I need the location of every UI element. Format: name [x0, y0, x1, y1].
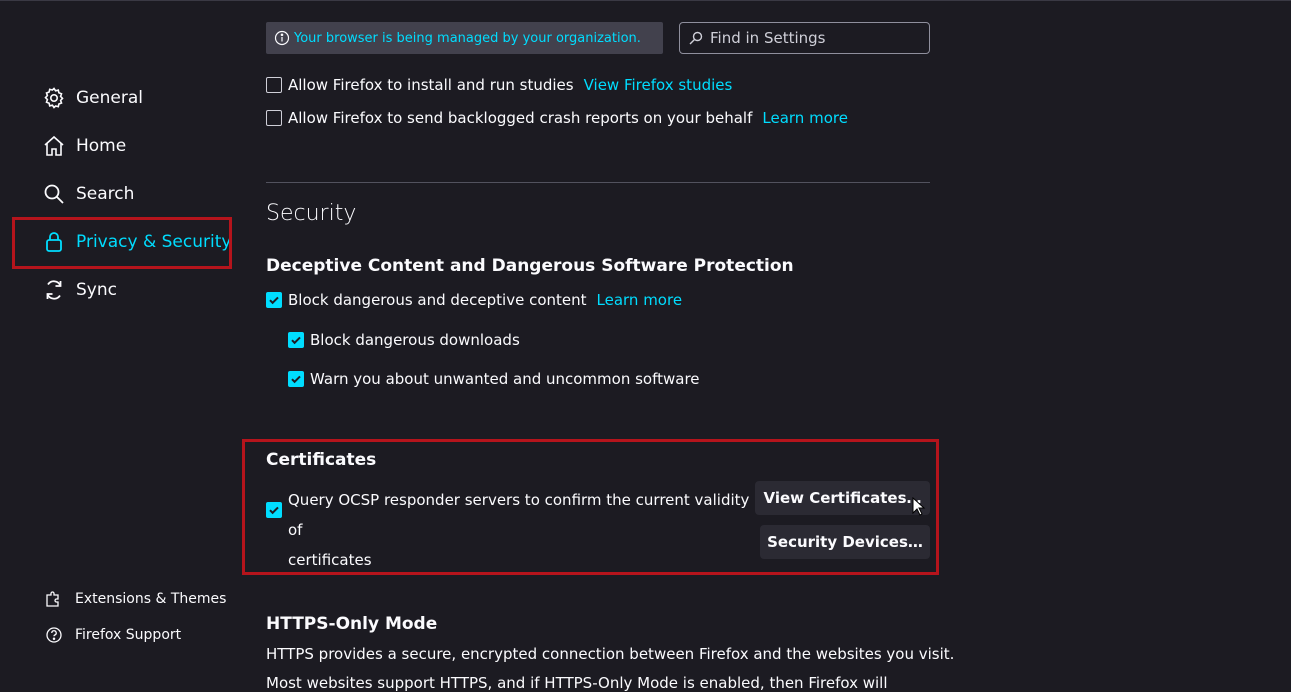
- studies-label[interactable]: Allow Firefox to install and run studies: [288, 76, 574, 94]
- block-downloads-row: Block dangerous downloads: [288, 331, 520, 349]
- home-icon: [42, 134, 66, 158]
- sidebar-item-general[interactable]: General: [42, 81, 143, 115]
- crash-learn-more-link[interactable]: Learn more: [762, 109, 848, 127]
- crash-reports-checkbox[interactable]: [266, 110, 282, 126]
- sync-icon: [42, 278, 66, 302]
- help-icon: [45, 626, 63, 644]
- ocsp-checkbox[interactable]: [266, 502, 282, 518]
- sidebar-item-sync[interactable]: Sync: [42, 273, 117, 307]
- ocsp-label-line2: certificates: [288, 551, 372, 569]
- sidebar-item-label: Search: [76, 184, 135, 204]
- search-icon: [688, 30, 704, 46]
- sidebar-item-label: Home: [76, 136, 127, 156]
- warn-unwanted-label[interactable]: Warn you about unwanted and uncommon sof…: [310, 370, 700, 388]
- privacy-highlight-box: [12, 217, 232, 269]
- deceptive-heading: Deceptive Content and Dangerous Software…: [266, 256, 794, 276]
- block-deceptive-row: Block dangerous and deceptive content Le…: [266, 291, 682, 309]
- view-studies-link[interactable]: View Firefox studies: [584, 76, 733, 94]
- managed-notice[interactable]: Your browser is being managed by your or…: [266, 22, 663, 54]
- sidebar-item-search[interactable]: Search: [42, 177, 134, 211]
- section-divider: [266, 182, 930, 183]
- sidebar-item-label: General: [76, 88, 143, 108]
- window-top-border: [0, 0, 1291, 1]
- block-deceptive-label[interactable]: Block dangerous and deceptive content: [288, 291, 587, 309]
- checkmark-icon: [291, 375, 301, 384]
- block-downloads-checkbox[interactable]: [288, 332, 304, 348]
- extensions-themes-link[interactable]: Extensions & Themes: [45, 590, 226, 608]
- ocsp-label[interactable]: Query OCSP responder servers to confirm …: [288, 485, 753, 575]
- block-deceptive-checkbox[interactable]: [266, 292, 282, 308]
- settings-search-box[interactable]: [679, 22, 930, 54]
- firefox-support-link[interactable]: Firefox Support: [45, 626, 181, 644]
- studies-row: Allow Firefox to install and run studies…: [266, 76, 732, 94]
- certificates-heading: Certificates: [266, 450, 377, 470]
- settings-search-input[interactable]: [708, 28, 922, 48]
- https-only-heading: HTTPS-Only Mode: [266, 614, 438, 634]
- studies-checkbox[interactable]: [266, 77, 282, 93]
- warn-unwanted-row: Warn you about unwanted and uncommon sof…: [288, 370, 700, 388]
- security-devices-button[interactable]: Security Devices…: [760, 525, 930, 559]
- managed-notice-text: Your browser is being managed by your or…: [294, 30, 641, 46]
- view-certificates-button[interactable]: View Certificates…: [755, 481, 930, 515]
- checkmark-icon: [269, 296, 279, 305]
- gear-icon: [42, 86, 66, 110]
- warn-unwanted-checkbox[interactable]: [288, 371, 304, 387]
- puzzle-icon: [45, 590, 63, 608]
- https-only-description-2: Most websites support HTTPS, and if HTTP…: [266, 674, 888, 692]
- block-learn-more-link[interactable]: Learn more: [597, 291, 683, 309]
- checkmark-icon: [291, 336, 301, 345]
- crash-reports-row: Allow Firefox to send backlogged crash r…: [266, 109, 848, 127]
- info-icon: [274, 30, 290, 46]
- security-title: Security: [266, 201, 357, 226]
- block-downloads-label[interactable]: Block dangerous downloads: [310, 331, 520, 349]
- search-icon: [42, 182, 66, 206]
- sidebar-item-label: Sync: [76, 280, 117, 300]
- extensions-themes-label: Extensions & Themes: [75, 591, 227, 607]
- firefox-support-label: Firefox Support: [75, 627, 182, 643]
- mouse-cursor-icon: [912, 497, 926, 516]
- https-only-description: HTTPS provides a secure, encrypted conne…: [266, 645, 955, 663]
- sidebar-item-home[interactable]: Home: [42, 129, 126, 163]
- ocsp-label-line1: Query OCSP responder servers to confirm …: [288, 491, 750, 539]
- crash-reports-label[interactable]: Allow Firefox to send backlogged crash r…: [288, 109, 752, 127]
- checkmark-icon: [269, 506, 279, 515]
